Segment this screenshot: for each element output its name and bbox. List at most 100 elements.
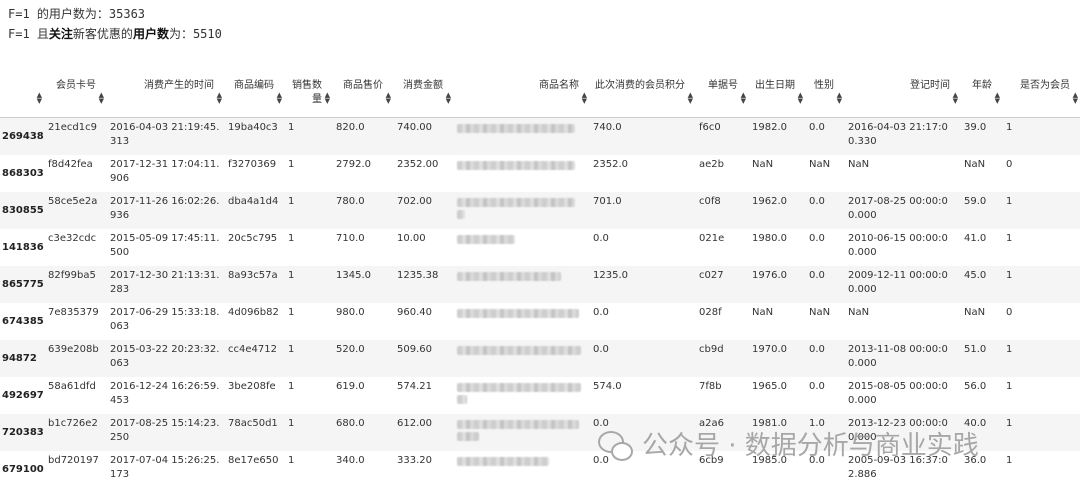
table-cell: 0 <box>1006 307 1013 318</box>
column-header-label: 销售数量 <box>292 80 322 105</box>
redacted-product-name <box>453 377 589 414</box>
table-cell: 2016-04-03 21:17:00.330 <box>848 122 948 147</box>
column-header[interactable]: 销售数量 ▲ ▼ <box>284 75 332 118</box>
table-cell: 0.0 <box>809 233 825 244</box>
table-cell: 820.0 <box>336 122 365 133</box>
table-cell: 1 <box>288 159 295 170</box>
column-header[interactable]: 出生日期 ▲ ▼ <box>748 75 805 118</box>
row-index: 830855 <box>2 205 44 216</box>
table-cell: 82f99ba5 <box>48 270 96 281</box>
sort-updown-icon[interactable]: ▲ ▼ <box>741 92 746 105</box>
table-cell: 980.0 <box>336 307 365 318</box>
sort-updown-icon[interactable]: ▲ ▼ <box>37 92 42 105</box>
column-header[interactable]: 登记时间 ▲ ▼ <box>844 75 960 118</box>
table-cell: 1 <box>288 418 295 429</box>
index-header[interactable]: ▲ ▼ <box>0 75 44 118</box>
table-cell: 1345.0 <box>336 270 371 281</box>
table-row: 269438 21ecd1c9 2016-04-03 21:19:45.313 19b… <box>0 117 1080 155</box>
table-cell: 680.0 <box>336 418 365 429</box>
column-header-label: 此次消费的会员积分 <box>595 80 685 91</box>
sort-updown-icon[interactable]: ▲ ▼ <box>446 92 451 105</box>
column-header[interactable]: 年龄 ▲ ▼ <box>960 75 1002 118</box>
table-cell: 1 <box>1006 381 1013 392</box>
sort-updown-icon[interactable]: ▲ ▼ <box>953 92 958 105</box>
table-cell: 1976.0 <box>752 270 787 281</box>
table-cell: 2015-08-05 00:00:00.000 <box>848 381 948 406</box>
table-cell: 1 <box>1006 196 1013 207</box>
table-cell: 1235.38 <box>397 270 439 281</box>
column-header[interactable]: 商品编码 ▲ ▼ <box>224 75 284 118</box>
table-cell: 0.0 <box>593 233 609 244</box>
table-cell: 2016-04-03 21:19:45.313 <box>110 122 220 147</box>
sort-updown-icon[interactable]: ▲ ▼ <box>325 92 330 105</box>
table-cell: 2352.00 <box>397 159 439 170</box>
sort-updown-icon[interactable]: ▲ ▼ <box>837 92 842 105</box>
table-cell: 7e835379 <box>48 307 99 318</box>
table-cell: 2792.0 <box>336 159 371 170</box>
column-header[interactable]: 此次消费的会员积分 ▲ ▼ <box>589 75 695 118</box>
column-header[interactable]: 会员卡号 ▲ ▼ <box>44 75 106 118</box>
sort-updown-icon[interactable]: ▲ ▼ <box>798 92 803 105</box>
row-index: 492697 <box>2 390 44 401</box>
sort-updown-icon[interactable]: ▲ ▼ <box>99 92 104 105</box>
table-cell: 56.0 <box>964 381 987 392</box>
redacted-product-name <box>453 414 589 451</box>
table-row: 141836 c3e32cdc 2015-05-09 17:45:11.500 20c… <box>0 229 1080 266</box>
column-header[interactable]: 商品名称 ▲ ▼ <box>453 75 589 118</box>
column-header[interactable]: 商品售价 ▲ ▼ <box>332 75 393 118</box>
table-row: 492697 58a61dfd 2016-12-24 16:26:59.453 3be… <box>0 377 1080 414</box>
table-cell: bd720197 <box>48 455 99 466</box>
table-cell: 2010-06-15 00:00:00.000 <box>848 233 948 258</box>
table-cell: 1 <box>288 122 295 133</box>
row-index: 865775 <box>2 279 44 290</box>
table-cell: c027 <box>699 270 724 281</box>
table-cell: 1 <box>288 455 295 466</box>
table-cell: 1 <box>1006 233 1013 244</box>
output-bold-text: 用户数 <box>132 27 169 41</box>
cell-output: F=1 的用户数为：35363 F=1 且关注新客优惠的用户数为：5510 <box>8 4 222 44</box>
output-line-1: F=1 的用户数为：35363 <box>8 7 146 21</box>
table-cell: 1 <box>1006 418 1013 429</box>
sort-updown-icon[interactable]: ▲ ▼ <box>277 92 282 105</box>
table-cell: 0 <box>1006 159 1013 170</box>
table-cell: 8a93c57a <box>228 270 278 281</box>
table-cell: 701.0 <box>593 196 622 207</box>
sort-updown-icon[interactable]: ▲ ▼ <box>688 92 693 105</box>
redacted-product-name <box>453 303 589 340</box>
output-text: 为：5510 <box>168 27 222 41</box>
table-cell: NaN <box>809 159 831 170</box>
table-cell: 520.0 <box>336 344 365 355</box>
redacted-text <box>457 346 581 355</box>
table-cell: 2017-07-04 15:26:25.173 <box>110 455 220 480</box>
sort-updown-icon[interactable]: ▲ ▼ <box>582 92 587 105</box>
column-header[interactable]: 消费产生的时间 ▲ ▼ <box>106 75 224 118</box>
table-cell: ae2b <box>699 159 724 170</box>
output-bold-text: 关注 <box>48 27 73 41</box>
column-header-label: 年龄 <box>972 80 992 91</box>
redacted-product-name <box>453 451 589 488</box>
table-cell: 20c5c795 <box>228 233 278 244</box>
column-header-label: 出生日期 <box>755 80 795 91</box>
redacted-text <box>457 383 581 392</box>
column-header[interactable]: 消费金额 ▲ ▼ <box>393 75 453 118</box>
table-cell: 78ac50d1 <box>228 418 278 429</box>
output-text: F=1 且 <box>8 27 49 41</box>
table-cell: 1962.0 <box>752 196 787 207</box>
table-row: 865775 82f99ba5 2017-12-30 21:13:31.283 8a9… <box>0 266 1080 303</box>
column-header[interactable]: 单据号 ▲ ▼ <box>695 75 748 118</box>
table-cell: 1 <box>1006 455 1013 466</box>
table-cell: 0.0 <box>593 307 609 318</box>
row-index: 269438 <box>2 131 44 142</box>
sort-updown-icon[interactable]: ▲ ▼ <box>217 92 222 105</box>
row-index: 94872 <box>2 353 37 364</box>
table-cell: 340.0 <box>336 455 365 466</box>
column-header[interactable]: 性别 ▲ ▼ <box>805 75 844 118</box>
column-header[interactable]: 是否为会员 ▲ ▼ <box>1002 75 1080 118</box>
table-cell: b1c726e2 <box>48 418 98 429</box>
redacted-text <box>457 198 575 207</box>
table-cell: 58ce5e2a <box>48 196 98 207</box>
redacted-product-name <box>453 266 589 303</box>
sort-updown-icon[interactable]: ▲ ▼ <box>995 92 1000 105</box>
sort-updown-icon[interactable]: ▲ ▼ <box>386 92 391 105</box>
sort-updown-icon[interactable]: ▲ ▼ <box>1073 92 1078 105</box>
